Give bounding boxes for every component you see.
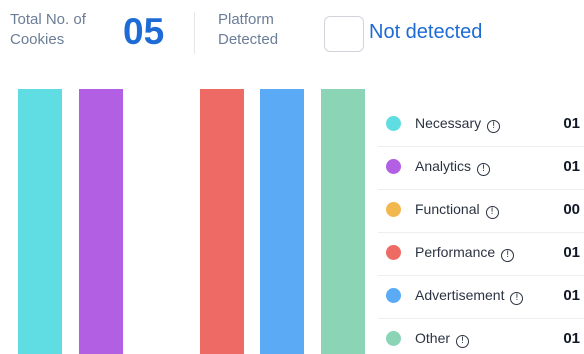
- analytics-color-dot: [386, 159, 401, 174]
- legend-label-functional: Functional!: [415, 200, 499, 219]
- info-icon[interactable]: !: [456, 335, 470, 348]
- legend-label-necessary: Necessary!: [415, 114, 501, 133]
- info-icon[interactable]: !: [485, 206, 499, 219]
- bar-performance: [200, 89, 244, 354]
- cookie-summary-header: Total No. of Cookies 05 Platform Detecte…: [0, 0, 584, 70]
- legend-label-performance: Performance!: [415, 243, 515, 262]
- legend-count-other: 01: [563, 330, 580, 347]
- legend-label-advertisement: Advertisement!: [415, 286, 524, 305]
- bar-advertisement: [260, 89, 304, 354]
- performance-color-dot: [386, 245, 401, 260]
- necessary-color-dot: [386, 116, 401, 131]
- legend-item-advertisement: Advertisement! 01: [378, 276, 584, 319]
- legend-count-performance: 01: [563, 244, 580, 261]
- legend-item-functional: Functional! 00: [378, 190, 584, 233]
- info-icon[interactable]: !: [487, 120, 501, 133]
- platform-detected-value: Not detected: [369, 21, 483, 43]
- legend-count-advertisement: 01: [563, 287, 580, 304]
- legend-count-functional: 00: [563, 201, 580, 218]
- info-icon[interactable]: !: [477, 163, 491, 176]
- legend-item-analytics: Analytics! 01: [378, 147, 584, 190]
- bar-necessary: [18, 89, 62, 354]
- advertisement-color-dot: [386, 288, 401, 303]
- legend-item-performance: Performance! 01: [378, 233, 584, 276]
- legend-label-other: Other!: [415, 329, 470, 348]
- legend-count-necessary: 01: [563, 115, 580, 132]
- cookie-category-legend: Necessary! 01 Analytics! 01 Functional! …: [378, 104, 584, 354]
- legend-count-analytics: 01: [563, 158, 580, 175]
- other-color-dot: [386, 331, 401, 346]
- header-divider: [194, 12, 195, 54]
- cookie-category-bar-chart: [0, 89, 380, 354]
- functional-color-dot: [386, 202, 401, 217]
- platform-logo-box: [324, 16, 364, 52]
- legend-item-necessary: Necessary! 01: [378, 104, 584, 147]
- legend-label-analytics: Analytics!: [415, 157, 491, 176]
- total-cookies-count: 05: [123, 11, 165, 52]
- info-icon[interactable]: !: [510, 292, 524, 305]
- bar-analytics: [79, 89, 123, 354]
- total-cookies-label: Total No. of Cookies: [10, 11, 86, 48]
- legend-item-other: Other! 01: [378, 319, 584, 354]
- info-icon[interactable]: !: [501, 249, 515, 262]
- bar-other: [321, 89, 365, 354]
- platform-detected-label: Platform Detected: [218, 11, 279, 48]
